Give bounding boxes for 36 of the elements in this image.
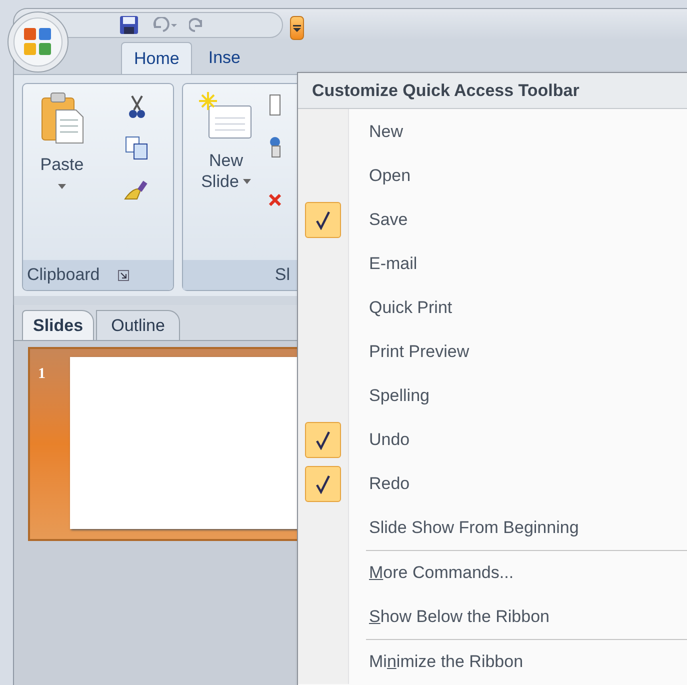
menu-item[interactable]: Undo <box>298 418 687 462</box>
menu-item[interactable]: Quick Print <box>298 286 687 330</box>
slide-number: 1 <box>37 365 46 384</box>
menu-item[interactable]: Redo <box>298 462 687 506</box>
menu-item[interactable]: New <box>298 110 687 154</box>
dropdown-icon <box>293 24 301 32</box>
delete-icon[interactable] <box>269 194 281 206</box>
menu-item[interactable]: Open <box>298 154 687 198</box>
dialog-launcher-icon[interactable] <box>118 270 129 280</box>
menu-item[interactable]: Slide Show From Beginning <box>298 506 687 550</box>
group-label: Clipboard <box>27 264 100 286</box>
clipboard-icon <box>40 92 84 144</box>
scissors-icon[interactable] <box>127 94 147 120</box>
menu-item[interactable]: Show Below the Ribbon <box>298 595 687 639</box>
menu-item[interactable]: E-mail <box>298 242 687 286</box>
ribbon-tab[interactable]: Home <box>121 42 192 74</box>
customize-toolbar-button[interactable] <box>290 16 304 40</box>
paste-button[interactable]: Paste <box>27 92 97 188</box>
reset-icon[interactable] <box>269 136 281 158</box>
ribbon-tab[interactable]: Inse <box>196 42 252 74</box>
save-icon[interactable] <box>119 15 139 35</box>
menu-item[interactable]: Minimize the Ribbon <box>298 640 687 684</box>
pane-tab[interactable]: Outline <box>96 310 180 340</box>
office-logo-button[interactable] <box>7 11 69 73</box>
caret-icon <box>58 184 66 188</box>
layout-icon[interactable] <box>269 94 281 116</box>
group-label: Sl <box>274 264 290 286</box>
menu-title: Customize Quick Access Toolbar <box>312 80 580 102</box>
copy-icon[interactable] <box>125 136 149 160</box>
new-slide-button[interactable]: New Slide <box>191 92 261 192</box>
caret-icon <box>242 179 251 184</box>
menu-item[interactable]: Save <box>298 198 687 242</box>
menu-item[interactable]: Print Preview <box>298 330 687 374</box>
menu-item[interactable]: Spelling <box>298 374 687 418</box>
menu-item[interactable]: More Commands... <box>298 551 687 595</box>
pane-tab[interactable]: Slides <box>22 310 94 340</box>
